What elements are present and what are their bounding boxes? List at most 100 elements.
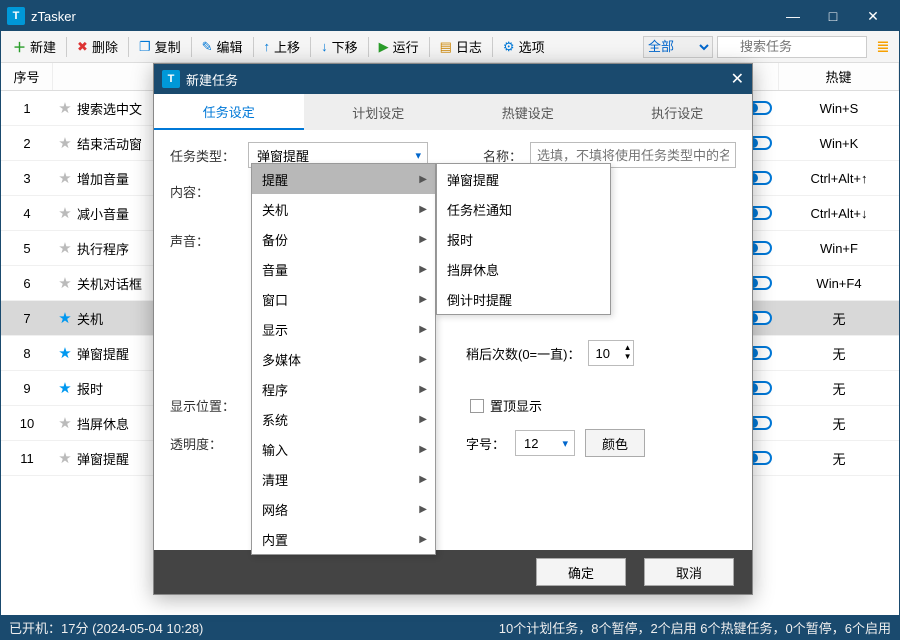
copy-icon: ❐ [139,39,151,55]
uptime-label: 已开机： [9,618,61,637]
star-icon[interactable]: ★ [53,414,77,432]
delete-button[interactable]: ✖删除 [69,31,126,62]
submenu-item[interactable]: 倒计时提醒 [437,284,610,314]
cancel-button[interactable]: 取消 [644,558,734,586]
chevron-right-icon: ▶ [419,474,427,485]
chevron-right-icon: ▶ [419,294,427,305]
uptime-value: 17分 (2024-05-04 10:28) [61,618,203,637]
star-icon[interactable]: ★ [53,134,77,152]
type-menu[interactable]: 提醒▶关机▶备份▶音量▶窗口▶显示▶多媒体▶程序▶系统▶输入▶清理▶网络▶内置▶ [251,163,436,555]
menu-item[interactable]: 清理▶ [252,464,435,494]
maximize-button[interactable]: □ [813,8,853,24]
menu-item[interactable]: 多媒体▶ [252,344,435,374]
star-icon[interactable]: ★ [53,99,77,117]
row-index: 11 [1,451,53,466]
star-icon[interactable]: ★ [53,204,77,222]
label-type: 任务类型： [170,146,240,165]
edit-button[interactable]: ✎编辑 [194,31,251,62]
menu-item[interactable]: 网络▶ [252,494,435,524]
menu-item[interactable]: 程序▶ [252,374,435,404]
star-icon[interactable]: ★ [53,274,77,292]
col-index: 序号 [1,63,53,90]
menu-item[interactable]: 音量▶ [252,254,435,284]
down-icon: ↓ [321,39,328,54]
search-input[interactable] [717,36,867,58]
tab-schedule[interactable]: 计划设定 [304,94,454,130]
chevron-right-icon: ▶ [419,534,427,545]
status-bar: 已开机： 17分 (2024-05-04 10:28) 10个计划任务，8个暂停… [1,615,899,639]
later-count-input[interactable]: 10 ▲▼ [588,340,634,366]
menu-item[interactable]: 输入▶ [252,434,435,464]
tab-task[interactable]: 任务设定 [154,94,304,130]
star-icon[interactable]: ★ [53,309,77,327]
label-later: 稍后次数(0=一直)： [466,344,580,363]
star-icon[interactable]: ★ [53,379,77,397]
submenu-item[interactable]: 报时 [437,224,610,254]
tab-hotkey[interactable]: 热键设定 [453,94,603,130]
menu-item[interactable]: 关机▶ [252,194,435,224]
checkbox-icon [470,399,484,413]
star-icon[interactable]: ★ [53,239,77,257]
app-title: zTasker [31,9,773,24]
chevron-right-icon: ▶ [419,504,427,515]
status-summary: 10个计划任务，8个暂停，2个启用 6个热键任务，0个暂停，6个启用 [499,618,891,637]
chevron-right-icon: ▶ [419,414,427,425]
chevron-right-icon: ▶ [419,174,427,185]
app-icon: T [7,7,25,25]
row-hotkey: Ctrl+Alt+↑ [779,171,899,186]
star-icon[interactable]: ★ [53,449,77,467]
submenu-item[interactable]: 挡屏休息 [437,254,610,284]
close-button[interactable]: ✕ [853,8,893,25]
stepper-icon[interactable]: ▲▼ [624,343,632,361]
plus-icon: ＋ [13,37,26,56]
tab-exec[interactable]: 执行设定 [603,94,753,130]
search-wrap [717,36,867,58]
window-titlebar: T zTasker — □ ✕ [1,1,899,31]
row-hotkey: Win+F4 [779,276,899,291]
delete-icon: ✖ [77,39,88,55]
move-down-button[interactable]: ↓下移 [313,31,366,62]
list-view-button[interactable]: ≣ [871,37,895,57]
dialog-tabs: 任务设定 计划设定 热键设定 执行设定 [154,94,752,130]
chevron-right-icon: ▶ [419,204,427,215]
star-icon[interactable]: ★ [53,344,77,362]
type-submenu[interactable]: 弹窗提醒任务栏通知报时挡屏休息倒计时提醒 [436,163,611,315]
menu-item[interactable]: 窗口▶ [252,284,435,314]
log-icon: ▤ [440,39,452,55]
dialog-titlebar: T 新建任务 ✕ [154,64,752,94]
run-button[interactable]: ▶运行 [371,31,427,62]
dialog-footer: 确定 取消 [154,550,752,594]
star-icon[interactable]: ★ [53,169,77,187]
menu-item[interactable]: 备份▶ [252,224,435,254]
row-index: 9 [1,381,53,396]
font-size-dropdown[interactable]: 12 [515,430,575,456]
new-button[interactable]: ＋新建 [5,31,64,62]
menu-item[interactable]: 内置▶ [252,524,435,554]
move-up-button[interactable]: ↑上移 [256,31,309,62]
copy-button[interactable]: ❐复制 [131,31,189,62]
menu-item[interactable]: 显示▶ [252,314,435,344]
row-hotkey: Win+F [779,241,899,256]
menu-item[interactable]: 系统▶ [252,404,435,434]
row-hotkey: 无 [779,309,899,328]
label-opacity: 透明度： [170,434,240,453]
log-button[interactable]: ▤日志 [432,31,490,62]
submenu-item[interactable]: 弹窗提醒 [437,164,610,194]
label-sound: 声音： [170,231,240,250]
filter-select[interactable]: 全部 [643,36,713,58]
row-index: 10 [1,416,53,431]
row-index: 2 [1,136,53,151]
ok-button[interactable]: 确定 [536,558,626,586]
main-toolbar: ＋新建 ✖删除 ❐复制 ✎编辑 ↑上移 ↓下移 ▶运行 ▤日志 ⚙选项 全部 ≣ [1,31,899,63]
dialog-close-button[interactable]: ✕ [731,69,744,89]
pin-checkbox[interactable]: 置顶显示 [470,396,542,415]
color-button[interactable]: 颜色 [585,429,645,457]
row-hotkey: 无 [779,414,899,433]
up-icon: ↑ [264,39,271,54]
minimize-button[interactable]: — [773,8,813,24]
new-task-dialog: T 新建任务 ✕ 任务设定 计划设定 热键设定 执行设定 任务类型： 弹窗提醒 … [153,63,753,595]
label-name: 名称： [466,146,522,165]
options-button[interactable]: ⚙选项 [495,31,553,62]
menu-item[interactable]: 提醒▶ [252,164,435,194]
submenu-item[interactable]: 任务栏通知 [437,194,610,224]
